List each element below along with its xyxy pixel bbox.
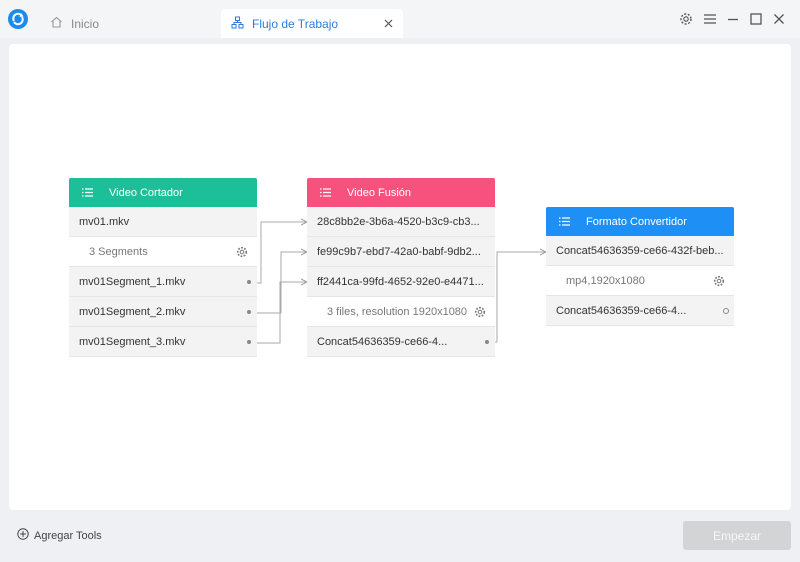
format-converter-input: Concat54636359-ce66-432f-beb... — [546, 236, 734, 266]
gear-icon[interactable] — [474, 306, 486, 318]
home-icon — [50, 16, 63, 31]
tab-home[interactable]: Inicio — [50, 9, 99, 38]
video-cutter-output-3: mv01Segment_3.mkv — [69, 327, 257, 357]
format-converter-header: Formato Convertidor — [546, 207, 734, 236]
video-merge-input-3: ff2441ca-99fd-4652-92e0-e4471... — [307, 267, 495, 297]
gear-icon[interactable] — [713, 275, 725, 287]
plus-circle-icon — [17, 528, 29, 543]
output-port[interactable] — [247, 310, 251, 314]
title-bar: Inicio Flujo de Trabajo — [0, 0, 800, 38]
tab-home-label: Inicio — [71, 16, 100, 31]
app-logo-icon — [8, 9, 28, 29]
input-file-name: mv01.mkv — [79, 215, 130, 228]
output-file-name: mv01Segment_1.mkv — [79, 275, 186, 288]
format-converter-title: Formato Convertidor — [586, 215, 687, 228]
tab-workflow-label: Flujo de Trabajo — [252, 16, 339, 31]
output-file-name: mv01Segment_2.mkv — [79, 305, 186, 318]
video-cutter-node[interactable]: Video Cortador mv01.mkv 3 Segments mv01S… — [69, 178, 257, 357]
start-button[interactable]: Empezar — [683, 521, 791, 550]
tab-workflow[interactable]: Flujo de Trabajo — [221, 9, 403, 38]
list-icon — [320, 188, 331, 197]
setting-text: 3 files, resolution 1920x1080 — [327, 305, 468, 318]
video-merge-node[interactable]: Video Fusión 28c8bb2e-3b6a-4520-b3c9-cb3… — [307, 178, 495, 357]
format-converter-node[interactable]: Formato Convertidor Concat54636359-ce66-… — [546, 207, 734, 326]
output-file-name: Concat54636359-ce66-4... — [556, 304, 687, 317]
video-merge-input-2: fe99c9b7-ebd7-42a0-babf-9db2... — [307, 237, 495, 267]
output-port[interactable] — [723, 308, 729, 314]
output-port[interactable] — [247, 340, 251, 344]
format-converter-output: Concat54636359-ce66-4... — [546, 296, 734, 326]
video-cutter-header: Video Cortador — [69, 178, 257, 207]
maximize-icon[interactable] — [748, 11, 764, 27]
close-tab-icon[interactable] — [381, 16, 395, 30]
minimize-icon[interactable] — [725, 11, 741, 27]
add-tools-label: Agregar Tools — [34, 529, 102, 542]
format-converter-setting: mp4,1920x1080 — [546, 266, 734, 296]
video-merge-title: Video Fusión — [347, 186, 412, 199]
video-cutter-input: mv01.mkv — [69, 207, 257, 237]
video-cutter-output-1: mv01Segment_1.mkv — [69, 267, 257, 297]
list-icon — [82, 188, 93, 197]
output-file-name: Concat54636359-ce66-4... — [317, 335, 448, 348]
video-cutter-output-2: mv01Segment_2.mkv — [69, 297, 257, 327]
video-merge-output: Concat54636359-ce66-4... — [307, 327, 495, 357]
output-port[interactable] — [485, 340, 489, 344]
list-icon — [559, 217, 570, 226]
video-merge-header: Video Fusión — [307, 178, 495, 207]
input-file-name: Concat54636359-ce66-432f-beb... — [556, 244, 724, 257]
workflow-icon — [231, 16, 244, 32]
video-merge-setting: 3 files, resolution 1920x1080 — [307, 297, 495, 327]
video-cutter-setting: 3 Segments — [69, 237, 257, 267]
input-file-name: ff2441ca-99fd-4652-92e0-e4471... — [317, 275, 484, 288]
video-merge-input-1: 28c8bb2e-3b6a-4520-b3c9-cb3... — [307, 207, 495, 237]
settings-gear-icon[interactable] — [678, 11, 694, 27]
add-tools-button[interactable]: Agregar Tools — [17, 528, 102, 543]
menu-icon[interactable] — [702, 11, 718, 27]
input-file-name: fe99c9b7-ebd7-42a0-babf-9db2... — [317, 245, 481, 258]
output-port[interactable] — [247, 280, 251, 284]
close-window-icon[interactable] — [771, 11, 787, 27]
input-file-name: 28c8bb2e-3b6a-4520-b3c9-cb3... — [317, 215, 480, 228]
video-cutter-title: Video Cortador — [109, 186, 183, 199]
output-file-name: mv01Segment_3.mkv — [79, 335, 186, 348]
setting-text: mp4,1920x1080 — [566, 274, 645, 287]
gear-icon[interactable] — [236, 246, 248, 258]
setting-text: 3 Segments — [89, 245, 148, 258]
